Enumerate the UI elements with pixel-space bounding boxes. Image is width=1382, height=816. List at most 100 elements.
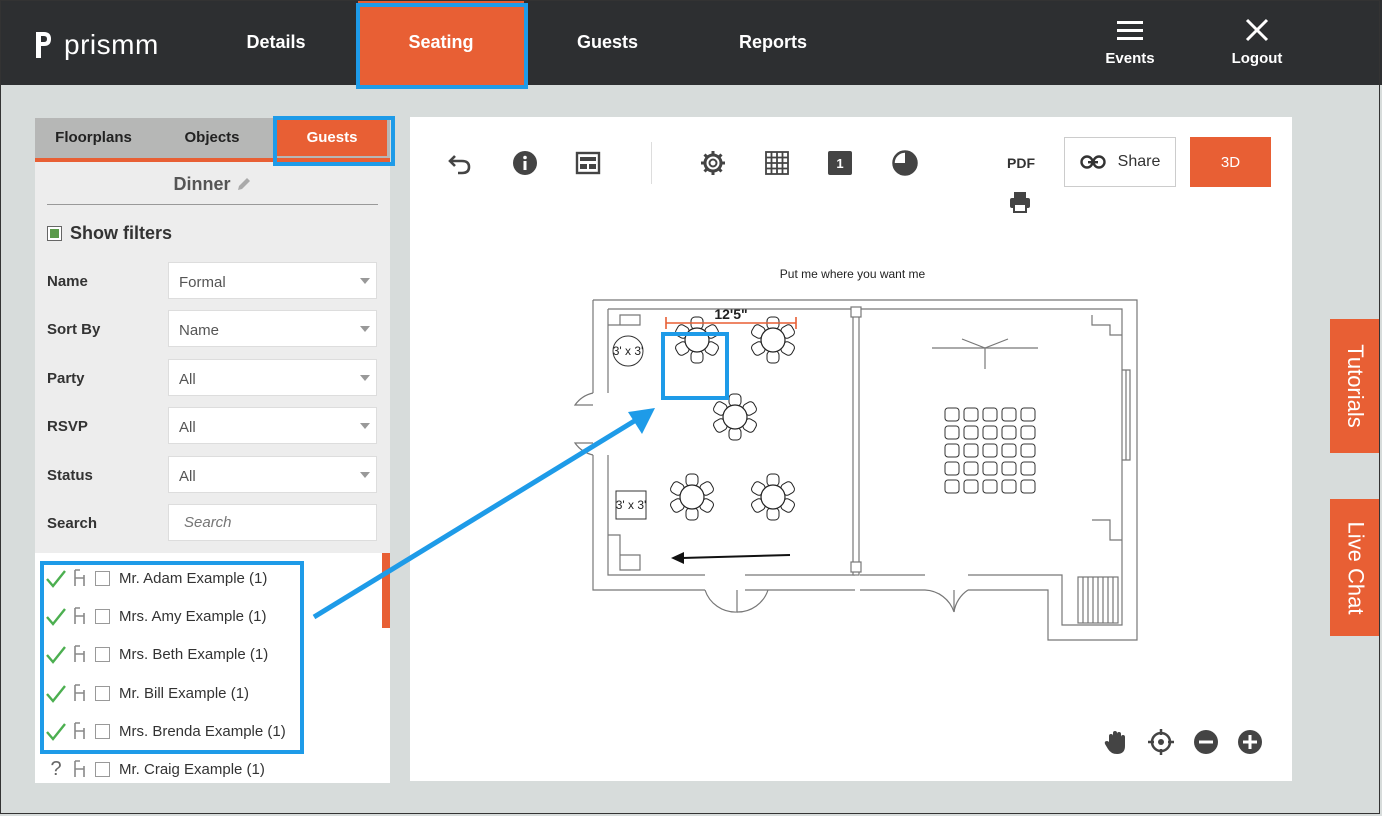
search-input[interactable] (168, 504, 377, 541)
filter-name-value: Formal (179, 274, 226, 291)
logo[interactable]: prismm (34, 28, 159, 62)
settings-icon[interactable] (699, 149, 727, 177)
tab-objects[interactable]: Objects (152, 118, 272, 156)
share-button[interactable]: Share (1064, 137, 1176, 187)
theater-chair (1001, 443, 1017, 458)
filter-status-select[interactable]: All (168, 456, 377, 493)
theater-chair (982, 443, 998, 458)
guest-row[interactable]: ? Mr. Craig Example (1) (45, 754, 264, 783)
theater-chair (944, 479, 960, 494)
table-chair (690, 350, 704, 364)
filter-search-label: Search (47, 515, 98, 532)
filter-party: Party All (47, 359, 378, 397)
toolbar-divider (651, 142, 652, 184)
filter-party-value: All (179, 371, 196, 388)
chevron-down-icon (360, 278, 370, 284)
round-table[interactable] (674, 316, 720, 364)
table-chair (728, 393, 742, 407)
zoom-out-icon[interactable] (1192, 728, 1220, 756)
live-chat-tab[interactable]: Live Chat (1330, 499, 1380, 636)
chevron-down-icon (360, 423, 370, 429)
layer-icon[interactable]: 1 (828, 151, 852, 175)
pie-icon[interactable] (891, 149, 919, 177)
tab-guests[interactable]: Guests (277, 118, 387, 156)
theater-chair (963, 425, 979, 440)
show-filters-checkbox[interactable] (47, 226, 62, 241)
top-nav: prismm Details Seating Guests Reports Ev… (0, 0, 1382, 85)
tutorials-tab[interactable]: Tutorials (1330, 319, 1380, 453)
guest-name: Mr. Adam Example (1) (119, 569, 268, 587)
table-top (760, 484, 786, 510)
seating-canvas[interactable]: 1 PDF Share 3D Put me where you want me (410, 117, 1292, 781)
sidebar-tabs: Floorplans Objects Guests (35, 118, 390, 162)
guest-checkbox[interactable] (95, 761, 110, 777)
theater-seating-block[interactable] (944, 407, 1036, 494)
chair-icon (74, 684, 85, 701)
theater-chair (1020, 443, 1036, 458)
nav-guests[interactable]: Guests (530, 0, 685, 85)
chair-icon (74, 722, 85, 739)
round-table[interactable] (750, 473, 796, 521)
theater-chair (1020, 479, 1036, 494)
view-3d-button[interactable]: 3D (1190, 137, 1271, 187)
undo-icon[interactable] (446, 149, 474, 177)
guest-name: Mrs. Brenda Example (1) (119, 722, 286, 740)
filter-sort-by-select[interactable]: Name (168, 310, 377, 347)
round-tables[interactable] (669, 316, 796, 521)
zoom-in-icon[interactable] (1236, 728, 1264, 756)
guest-list: Mr. Adam Example (1) Mrs. Amy Example (1)… (35, 553, 390, 783)
guest-checkbox[interactable] (95, 646, 110, 662)
tab-floorplans[interactable]: Floorplans (35, 118, 152, 156)
guest-checkbox[interactable] (95, 685, 110, 701)
layout-icon[interactable] (574, 149, 602, 177)
round-table[interactable] (712, 393, 758, 441)
logout-button[interactable]: Logout (1212, 18, 1302, 67)
nav-seating[interactable]: Seating (358, 0, 524, 85)
table-chair (685, 507, 699, 521)
guest-checkbox[interactable] (95, 723, 110, 739)
pencil-icon[interactable] (236, 176, 252, 192)
theater-chair (1020, 425, 1036, 440)
events-button[interactable]: Events (1085, 18, 1175, 67)
chevron-down-icon (360, 472, 370, 478)
filter-name: Name Formal (47, 262, 378, 300)
floorplan-caption: Put me where you want me (779, 267, 926, 281)
event-name[interactable]: Dinner (47, 174, 378, 205)
theater-chair (1020, 461, 1036, 476)
print-icon[interactable] (1007, 189, 1033, 215)
theater-chair (982, 425, 998, 440)
check-icon (46, 723, 66, 741)
round-table[interactable] (750, 316, 796, 364)
floorplan[interactable]: 12'5" 3' x 3' 3' x 3' (570, 295, 1145, 647)
filter-party-label: Party (47, 370, 85, 387)
chair-icon (74, 760, 85, 777)
filter-rsvp-select[interactable]: All (168, 407, 377, 444)
events-label: Events (1105, 50, 1155, 67)
theater-chair (944, 407, 960, 422)
guest-row[interactable]: Mrs. Brenda Example (1) (45, 716, 286, 746)
guest-checkbox[interactable] (95, 608, 110, 624)
pdf-button[interactable]: PDF (1007, 155, 1035, 171)
filter-party-select[interactable]: All (168, 359, 377, 396)
guest-row[interactable]: Mrs. Amy Example (1) (45, 601, 267, 631)
nav-details[interactable]: Details (200, 0, 352, 85)
filter-name-select[interactable]: Formal (168, 262, 377, 299)
info-icon[interactable] (511, 149, 539, 177)
grid-icon[interactable] (763, 149, 791, 177)
hand-pan-icon[interactable] (1102, 728, 1130, 756)
crosshair-icon[interactable] (1147, 728, 1175, 756)
guest-list-scrollbar[interactable] (382, 553, 390, 628)
guest-row[interactable]: Mr. Adam Example (1) (45, 563, 267, 593)
guest-row[interactable]: Mrs. Beth Example (1) (45, 639, 268, 669)
object-label: 3' x 3' (616, 498, 647, 512)
guest-checkbox[interactable] (95, 570, 110, 586)
filter-rsvp-value: All (179, 419, 196, 436)
filter-search: Search (47, 504, 378, 542)
show-filters-toggle[interactable]: Show filters (47, 223, 172, 244)
filter-name-label: Name (47, 273, 88, 290)
guest-row[interactable]: Mr. Bill Example (1) (45, 678, 249, 708)
theater-chair (944, 425, 960, 440)
nav-reports[interactable]: Reports (695, 0, 851, 85)
round-table[interactable] (669, 473, 715, 521)
sidebar: Floorplans Objects Guests Dinner Show fi… (35, 118, 390, 783)
